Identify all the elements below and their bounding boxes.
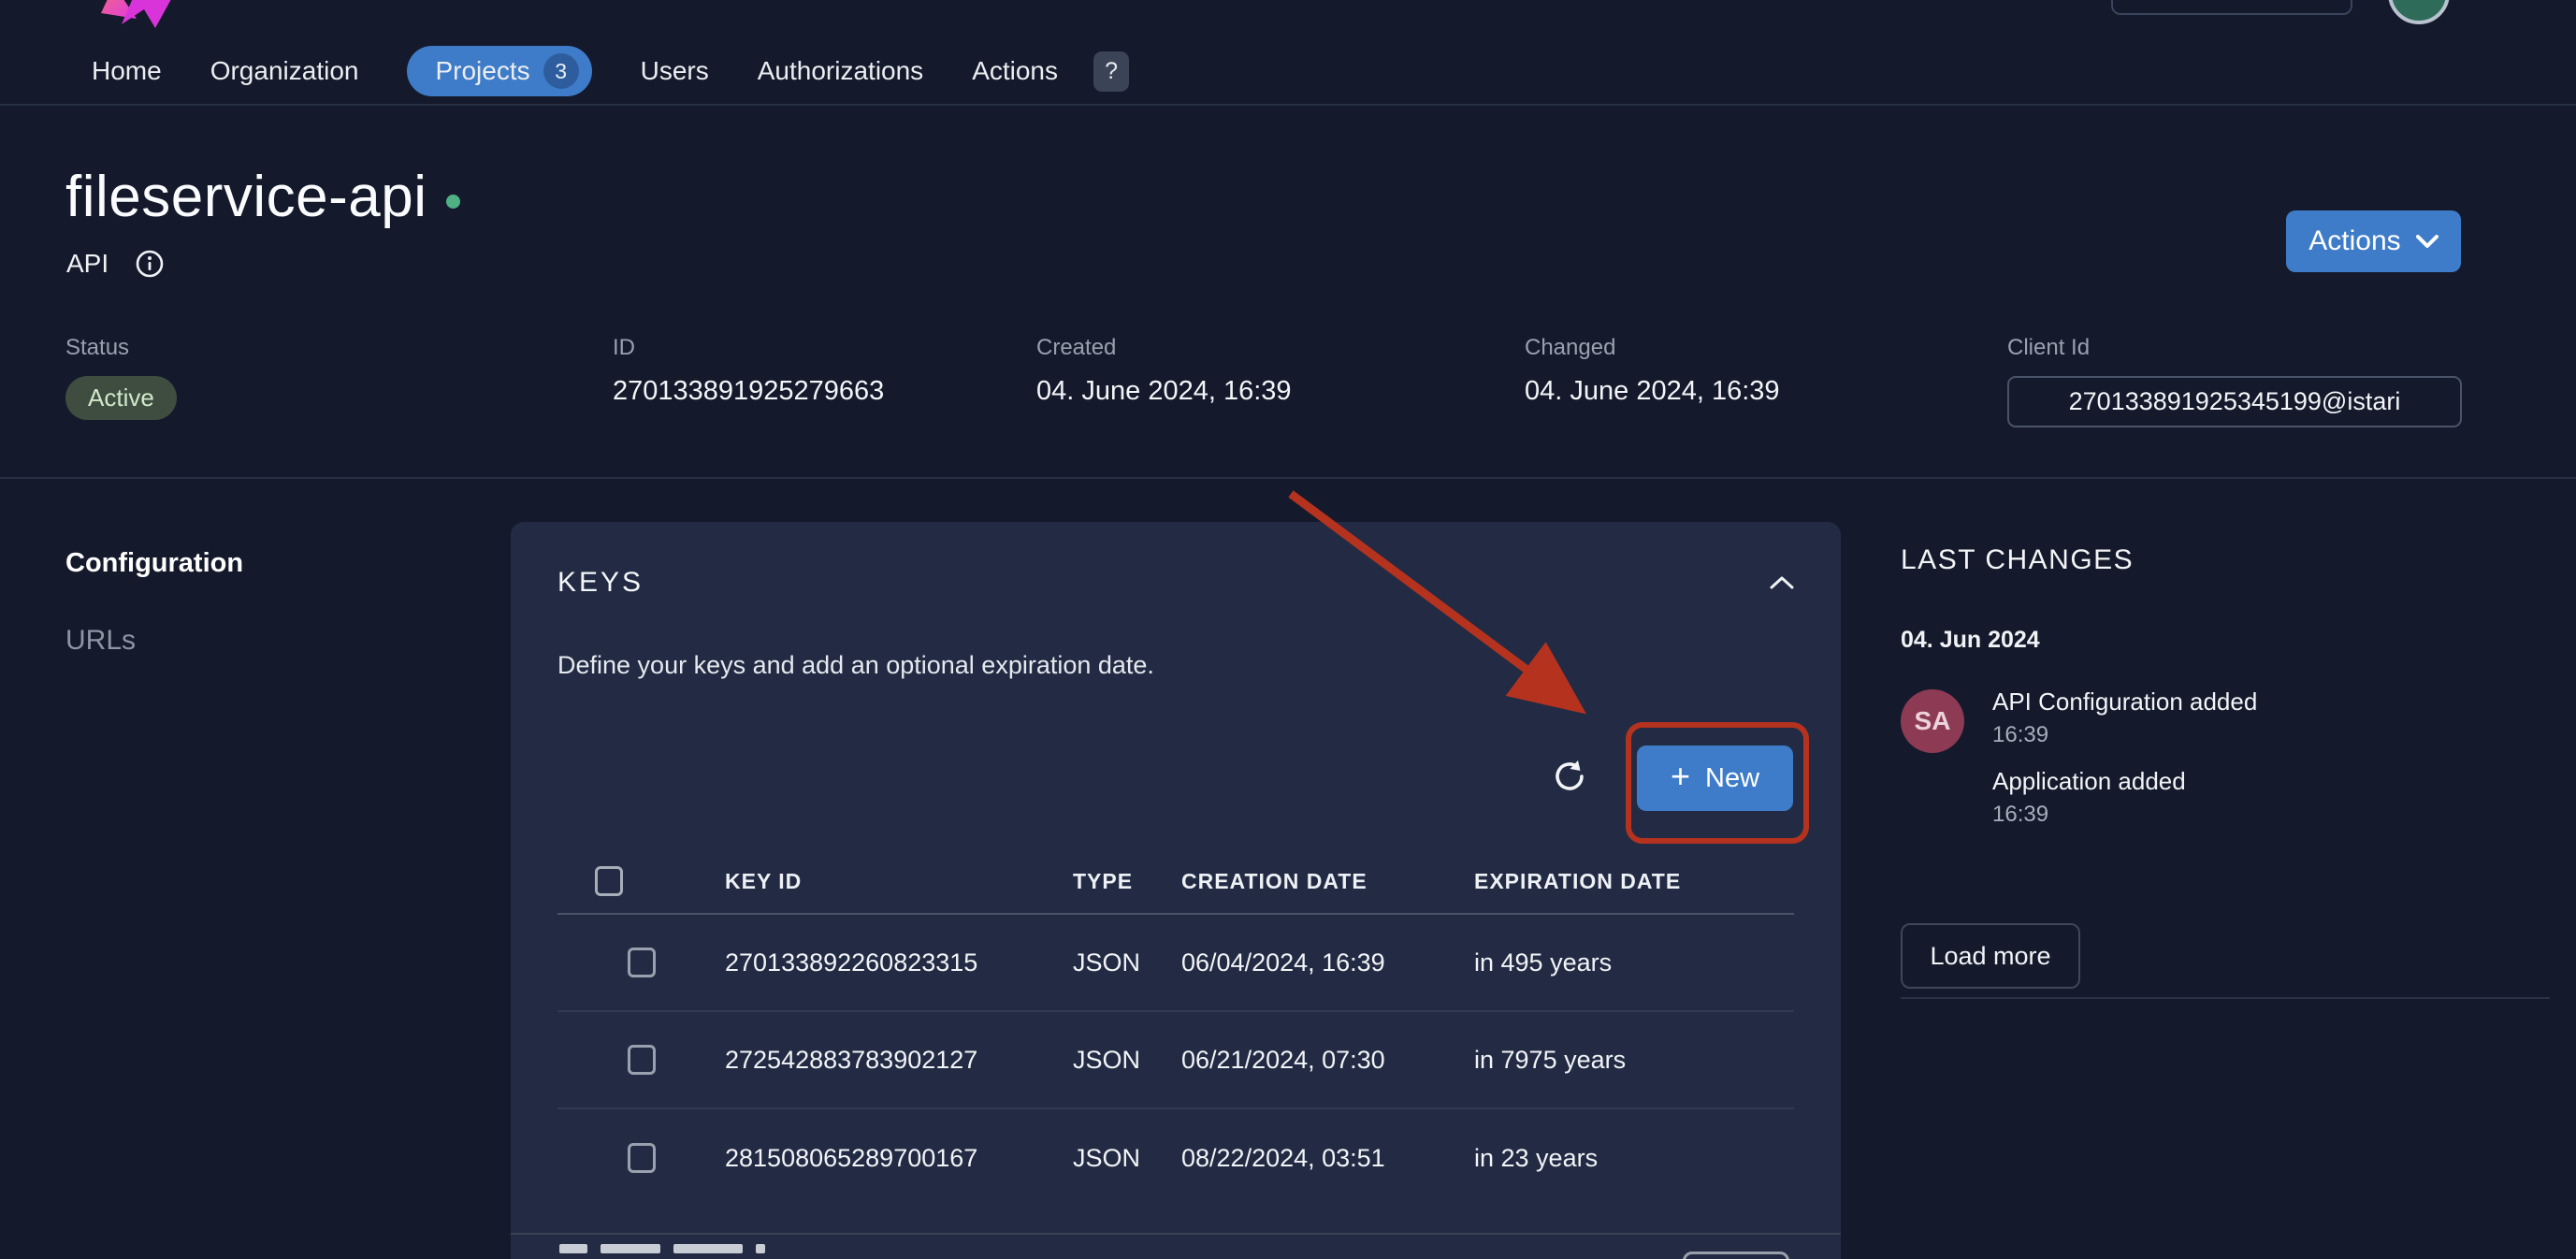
last-changes-panel: LAST CHANGES 04. Jun 2024 SA API Configu… [1901,544,2555,989]
nav-item-home[interactable]: Home [92,56,162,86]
page-title-text: fileservice-api [65,164,427,230]
row-2-checkbox[interactable] [628,1045,656,1075]
col-header-type: TYPE [1073,869,1181,894]
row-3-type: JSON [1073,1144,1181,1173]
header-actions-button[interactable]: Actions [2286,210,2461,272]
row-2-type: JSON [1073,1046,1181,1075]
header-divider [0,477,2576,479]
created-label: Created [1036,335,1292,361]
change-entry-1-time: 16:39 [1992,722,2257,748]
nav-item-actions[interactable]: Actions [972,56,1058,86]
key-row-3[interactable]: 281508065289700167 JSON 08/22/2024, 03:5… [557,1109,1794,1207]
col-header-key-id: KEY ID [725,869,1073,894]
key-row-1[interactable]: 270133892260823315 JSON 06/04/2024, 16:3… [557,915,1794,1012]
app-logo-icon[interactable] [97,0,191,46]
meta-client-id: Client Id 270133891925345199@istari [2007,335,2462,427]
nav-item-authorizations[interactable]: Authorizations [758,56,923,86]
row-3-expiration-date: in 23 years [1474,1144,1794,1173]
entity-type-label: API [66,249,109,279]
sidebar-item-configuration[interactable]: Configuration [65,548,243,579]
projects-count-badge: 3 [543,53,579,89]
row-2-creation-date: 06/21/2024, 07:30 [1181,1046,1474,1075]
last-changes-title: LAST CHANGES [1901,544,2555,576]
key-row-2[interactable]: 272542883783902127 JSON 06/21/2024, 07:3… [557,1012,1794,1109]
nav-item-organization[interactable]: Organization [210,56,359,86]
avatar: SA [1901,689,1964,753]
row-1-type: JSON [1073,948,1181,977]
meta-id: ID 270133891925279663 [613,335,884,407]
col-header-expiration-date: EXPIRATION DATE [1474,869,1794,894]
plus-icon: + [1671,760,1690,793]
status-label: Status [65,335,177,361]
client-id-value-box[interactable]: 270133891925345199@istari [2007,376,2462,427]
keys-table-header-row: KEY ID TYPE CREATION DATE EXPIRATION DAT… [557,849,1794,915]
new-key-button-label: New [1705,763,1759,794]
last-changes-date: 04. Jun 2024 [1901,627,2555,654]
status-dot [446,195,460,209]
sidebar-item-urls[interactable]: URLs [65,625,136,657]
keys-panel-description: Define your keys and add an optional exp… [557,651,1154,680]
id-label: ID [613,335,884,361]
page-subtitle: API [66,249,165,279]
id-value: 270133891925279663 [613,376,884,407]
top-navigation-bar: Home Organization Projects 3 Users Autho… [0,0,2576,106]
row-3-key-id: 281508065289700167 [725,1144,1073,1173]
change-entry-2: Application added 16:39 [1992,767,2257,828]
cutoff-section-button[interactable] [1683,1252,1789,1259]
row-2-expiration-date: in 7975 years [1474,1046,1794,1075]
nav-item-projects-label: Projects [435,56,529,86]
collapse-chevron-up-icon[interactable] [1770,576,1794,590]
keys-panel: KEYS Define your keys and add an optiona… [511,522,1841,1259]
nav-item-projects[interactable]: Projects 3 [407,46,591,96]
client-id-label: Client Id [2007,335,2462,361]
panel-section-divider [511,1233,1841,1235]
cutoff-section-title-fragment [559,1244,765,1253]
row-1-creation-date: 06/04/2024, 16:39 [1181,948,1474,977]
info-icon[interactable] [135,249,165,279]
row-3-checkbox[interactable] [628,1143,656,1173]
row-2-key-id: 272542883783902127 [725,1046,1073,1075]
meta-created: Created 04. June 2024, 16:39 [1036,335,1292,407]
col-header-creation-date: CREATION DATE [1181,869,1474,894]
row-1-checkbox[interactable] [628,948,656,977]
top-search-input[interactable] [2111,0,2352,15]
changed-label: Changed [1525,335,1780,361]
change-entry-2-time: 16:39 [1992,802,2257,828]
select-all-checkbox[interactable] [595,866,623,896]
keys-panel-title: KEYS [557,567,644,599]
meta-changed: Changed 04. June 2024, 16:39 [1525,335,1780,407]
change-entry-1-text: API Configuration added [1992,687,2257,716]
help-button[interactable]: ? [1093,51,1129,92]
keys-table: KEY ID TYPE CREATION DATE EXPIRATION DAT… [557,849,1794,1207]
new-key-button[interactable]: + New [1637,745,1793,811]
row-1-key-id: 270133892260823315 [725,948,1073,977]
page-title: fileservice-api [65,164,460,230]
user-avatar[interactable] [2388,0,2450,24]
changed-value: 04. June 2024, 16:39 [1525,376,1780,407]
meta-status: Status Active [65,335,177,420]
load-more-button[interactable]: Load more [1901,923,2080,989]
created-value: 04. June 2024, 16:39 [1036,376,1292,407]
app-root: Home Organization Projects 3 Users Autho… [0,0,2576,1259]
main-nav: Home Organization Projects 3 Users Autho… [92,46,1129,96]
nav-item-users[interactable]: Users [641,56,709,86]
header-actions-label: Actions [2308,225,2400,257]
last-changes-divider [1901,997,2550,999]
refresh-icon[interactable] [1551,758,1588,795]
chevron-down-icon [2416,235,2439,249]
change-entry-2-text: Application added [1992,767,2257,796]
row-1-expiration-date: in 495 years [1474,948,1794,977]
row-3-creation-date: 08/22/2024, 03:51 [1181,1144,1474,1173]
status-badge: Active [65,376,177,420]
change-entry-1: API Configuration added 16:39 [1992,687,2257,748]
